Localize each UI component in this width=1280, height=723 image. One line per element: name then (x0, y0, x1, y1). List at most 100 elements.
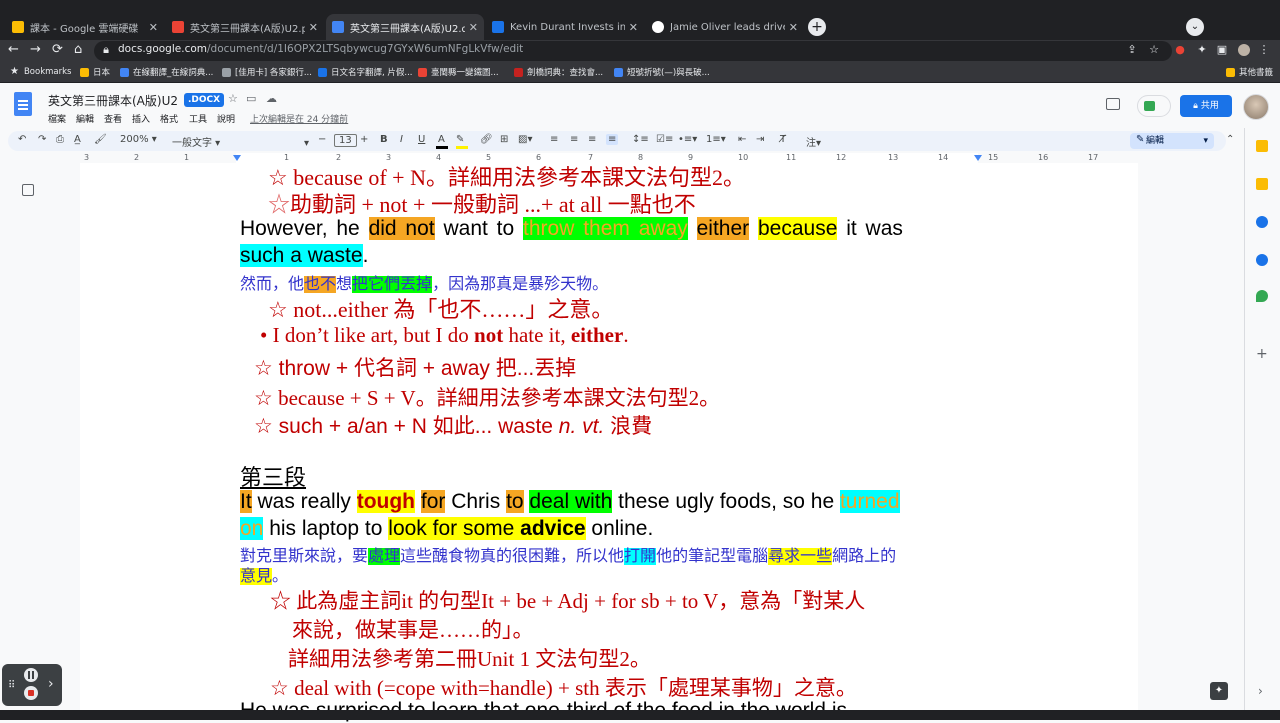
menu-edit[interactable]: 編輯 (76, 112, 94, 125)
text-run: 浪費 (604, 415, 653, 438)
star-bookmark-icon[interactable]: ☆ (1148, 44, 1160, 56)
tab-jamie-oliver[interactable]: Jamie Oliver leads drive to buy ✕ (646, 14, 804, 40)
style-select[interactable]: 一般文字 ▾ (172, 134, 220, 149)
align-right-icon[interactable]: ≡ (588, 134, 596, 145)
star-icon[interactable]: ☆ (228, 92, 238, 105)
contacts-icon[interactable] (1256, 254, 1268, 266)
paint-format-icon[interactable]: 🖌︎ (94, 134, 107, 145)
text-color-icon[interactable]: A (438, 134, 445, 145)
pause-icon[interactable] (24, 668, 38, 682)
extensions-puzzle-icon[interactable]: ✦ (1196, 44, 1208, 56)
bookmark-japan[interactable]: 日本 (80, 66, 110, 78)
tab-pdf[interactable]: 英文第三冊課本(A版)U2.pdf - Lu ✕ (166, 14, 324, 40)
font-size-decrease-icon[interactable]: − (318, 134, 326, 145)
last-edit-link[interactable]: 上次編輯是在 24 分鐘前 (250, 112, 348, 125)
italic-icon[interactable]: I (400, 134, 403, 145)
back-arrow-icon[interactable]: ← (8, 42, 19, 57)
get-addons-plus-icon[interactable]: + (1256, 346, 1268, 362)
tasks-icon[interactable] (1256, 216, 1268, 228)
bookmark-dictionary[interactable]: 在線翻譯_在線詞典... (120, 66, 213, 78)
extension-record-icon[interactable]: ● (1174, 44, 1186, 56)
bookmarks-folder[interactable]: ★ Bookmarks (10, 66, 71, 77)
tab-close-icon[interactable]: ✕ (309, 21, 318, 34)
document-title[interactable]: 英文第三冊課本(A版)U2 (48, 92, 178, 109)
reload-icon[interactable]: ⟳ (52, 42, 63, 57)
new-tab-plus-icon[interactable]: + (808, 18, 826, 36)
lock-icon[interactable]: 🔒︎ (100, 44, 112, 56)
bulleted-list-icon[interactable]: •≡▾ (678, 134, 697, 145)
document-page[interactable] (80, 163, 1138, 720)
print-icon[interactable]: ⎙ (56, 134, 64, 145)
stop-recording-icon[interactable] (24, 686, 38, 700)
underline-icon[interactable]: U (418, 134, 425, 145)
font-size-input[interactable]: 13 (334, 134, 357, 147)
align-justify-icon[interactable]: ≡ (606, 134, 619, 145)
bookmark-credit-card[interactable]: [佳用卡] 各家銀行... (222, 66, 312, 78)
font-select[interactable]: ▾ (244, 134, 309, 149)
keep-icon[interactable] (1256, 178, 1268, 190)
input-tools-icon[interactable]: 注▾ (806, 134, 821, 149)
tab-docs[interactable]: 英文第三冊課本(A版)U2.docx - G ✕ (326, 14, 484, 40)
menu-view[interactable]: 查看 (104, 112, 122, 125)
menu-help[interactable]: 說明 (217, 112, 235, 125)
forward-arrow-icon[interactable]: → (30, 42, 41, 57)
side-panel-icon[interactable]: ▣ (1216, 44, 1228, 56)
tab-close-icon[interactable]: ✕ (629, 21, 638, 34)
font-size-increase-icon[interactable]: + (360, 134, 368, 145)
menu-insert[interactable]: 插入 (132, 112, 150, 125)
move-folder-icon[interactable]: ▭ (246, 92, 256, 105)
increase-indent-icon[interactable]: ⇥ (756, 134, 764, 145)
calendar-icon[interactable] (1256, 140, 1268, 152)
tab-close-icon[interactable]: ✕ (149, 21, 158, 34)
document-outline-icon[interactable] (22, 184, 34, 196)
insert-image-icon[interactable]: ▨▾ (518, 134, 532, 145)
account-avatar[interactable] (1243, 94, 1269, 120)
bookmark-rail-map[interactable]: 臺閩縣一變鐵圖... (418, 66, 499, 78)
share-page-icon[interactable]: ⇪ (1126, 44, 1138, 56)
collapse-menus-icon[interactable]: ⌃ (1226, 134, 1234, 145)
highlight-color-icon[interactable]: ✎ (456, 134, 464, 145)
text-run: online. (585, 517, 654, 540)
undo-icon[interactable]: ↶ (18, 134, 26, 145)
zoom-select[interactable]: 200% ▾ (120, 134, 157, 145)
home-icon[interactable]: ⌂ (74, 42, 82, 57)
tab-close-icon[interactable]: ✕ (469, 21, 478, 34)
cloud-saved-icon[interactable]: ☁ (266, 92, 277, 105)
spellcheck-icon[interactable]: A̲ (74, 134, 81, 145)
menu-file[interactable]: 檔案 (48, 112, 66, 125)
insert-link-icon[interactable]: 🔗︎ (480, 134, 493, 145)
tab-kevin-durant[interactable]: Kevin Durant Invests in Ugly Ve ✕ (486, 14, 644, 40)
clear-formatting-icon[interactable]: T̸ (780, 134, 786, 145)
tab-search-chevron-icon[interactable]: ⌄ (1186, 18, 1204, 36)
bookmark-cambridge[interactable]: 劍橋詞典：查找會... (514, 66, 603, 78)
explore-icon[interactable]: ✦ (1210, 682, 1228, 700)
menu-format[interactable]: 格式 (160, 112, 178, 125)
comments-icon[interactable] (1106, 98, 1120, 110)
bold-icon[interactable]: B (380, 134, 388, 145)
docs-logo-icon[interactable] (14, 92, 32, 116)
menu-tools[interactable]: 工具 (189, 112, 207, 125)
checklist-icon[interactable]: ☑≡ (656, 134, 673, 145)
bookmark-other[interactable]: 其他書籤 (1226, 66, 1273, 78)
decrease-indent-icon[interactable]: ⇤ (738, 134, 746, 145)
browser-menu-icon[interactable]: ⋮ (1258, 44, 1270, 56)
add-comment-icon[interactable]: ⊞ (500, 134, 508, 145)
profile-avatar-icon[interactable] (1238, 44, 1250, 56)
chevron-right-icon[interactable]: › (48, 676, 54, 692)
numbered-list-icon[interactable]: 1≡▾ (706, 134, 726, 145)
bookmark-dash[interactable]: 短號折號(—)與長破... (614, 66, 710, 78)
redo-icon[interactable]: ↷ (38, 134, 46, 145)
show-side-panel-chevron-icon[interactable]: › (1258, 684, 1263, 698)
share-button[interactable]: 🔒︎ 共用 (1180, 95, 1232, 117)
line-spacing-icon[interactable]: ↕≡ (632, 134, 649, 145)
note-line: ☆ not...either 為「也不……」之意。 (268, 297, 614, 322)
drag-handle-icon[interactable]: ⠿ (8, 680, 15, 691)
align-left-icon[interactable]: ≡ (550, 134, 558, 145)
maps-icon[interactable] (1256, 290, 1268, 302)
align-center-icon[interactable]: ≡ (570, 134, 578, 145)
url-text[interactable]: docs.google.com/document/d/1I6OPX2LTSqby… (118, 43, 523, 55)
tab-drive[interactable]: 課本 - Google 雲端硬碟 ✕ (6, 14, 164, 40)
bookmark-japanese-names[interactable]: 日文名字翻譯, 片假... (318, 66, 413, 78)
tab-close-icon[interactable]: ✕ (789, 21, 798, 34)
meet-button[interactable] (1137, 95, 1171, 117)
